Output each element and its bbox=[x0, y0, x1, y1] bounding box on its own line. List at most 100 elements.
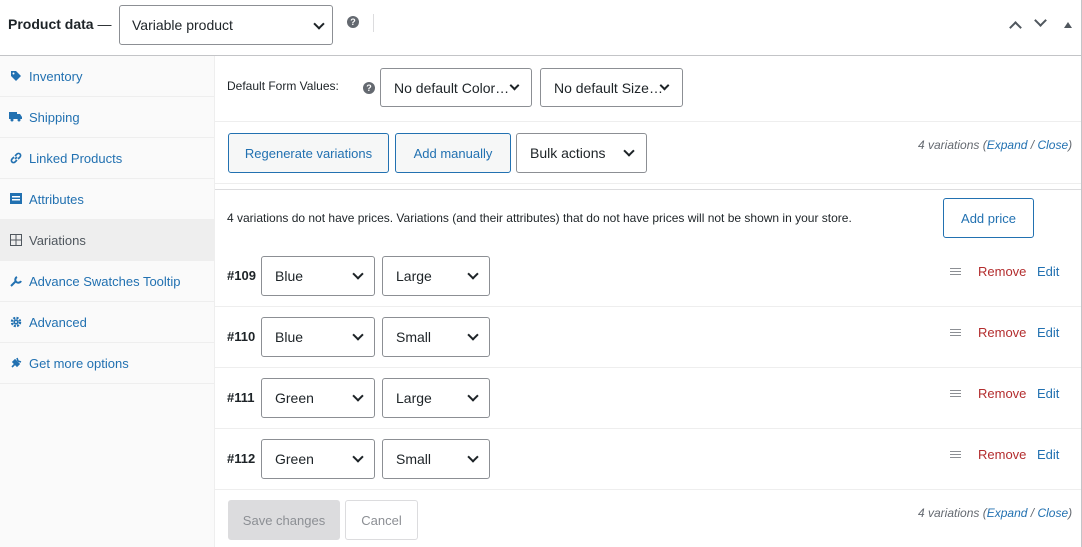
variation-color-select[interactable]: Green bbox=[261, 378, 375, 418]
remove-link[interactable]: Remove bbox=[978, 386, 1026, 401]
variation-color-value: Green bbox=[275, 451, 314, 467]
bulk-actions-value: Bulk actions bbox=[530, 145, 606, 161]
chevron-down-icon bbox=[352, 329, 364, 341]
default-color-select[interactable]: No default Color… bbox=[380, 68, 532, 107]
default-size-value: No default Size… bbox=[554, 79, 663, 96]
drag-handle-icon[interactable] bbox=[950, 268, 961, 275]
sidebar-item-variations[interactable]: Variations bbox=[0, 220, 214, 261]
product-data-header: Product data — Variable product ? bbox=[0, 0, 1081, 56]
variations-count-top: 4 variations (Expand / Close) bbox=[918, 138, 1073, 152]
variation-id: #112 bbox=[227, 451, 256, 466]
drag-handle-icon[interactable] bbox=[950, 329, 961, 336]
variation-size-value: Large bbox=[396, 268, 432, 284]
expand-link[interactable]: Expand bbox=[987, 138, 1028, 152]
add-price-button[interactable]: Add price bbox=[943, 198, 1034, 238]
sidebar-item-advance-swatches-tooltip[interactable]: Advance Swatches Tooltip bbox=[0, 261, 214, 302]
edit-link[interactable]: Edit bbox=[1037, 325, 1059, 340]
sidebar-item-get-more-options[interactable]: Get more options bbox=[0, 343, 214, 384]
bulk-actions-select[interactable]: Bulk actions bbox=[516, 133, 647, 173]
drag-handle-icon[interactable] bbox=[950, 451, 961, 458]
edit-link[interactable]: Edit bbox=[1037, 447, 1059, 462]
variation-color-select[interactable]: Green bbox=[261, 439, 375, 479]
variation-size-value: Small bbox=[396, 329, 432, 345]
variation-color-value: Blue bbox=[275, 329, 304, 345]
close-link[interactable]: Close bbox=[1037, 138, 1068, 152]
variations-count-text: 4 variations bbox=[918, 506, 980, 520]
chevron-down-icon bbox=[467, 268, 479, 280]
triangle-up-icon[interactable] bbox=[1064, 22, 1072, 28]
cancel-button[interactable]: Cancel bbox=[345, 500, 418, 540]
remove-link[interactable]: Remove bbox=[978, 325, 1026, 340]
wrench-icon bbox=[9, 274, 22, 287]
divider bbox=[215, 367, 1081, 368]
title-dash: — bbox=[97, 16, 112, 32]
divider bbox=[215, 489, 1081, 490]
list-icon bbox=[9, 192, 22, 205]
edit-link[interactable]: Edit bbox=[1037, 264, 1059, 279]
variation-color-value: Blue bbox=[275, 268, 304, 284]
chevron-down-icon bbox=[467, 451, 479, 463]
sidebar-item-shipping[interactable]: Shipping bbox=[0, 97, 214, 138]
variation-color-select[interactable]: Blue bbox=[261, 256, 375, 296]
grid-icon bbox=[9, 233, 22, 246]
default-color-value: No default Color… bbox=[394, 79, 510, 96]
variation-size-value: Small bbox=[396, 451, 432, 467]
drag-handle-icon[interactable] bbox=[950, 390, 961, 397]
help-icon[interactable]: ? bbox=[363, 82, 375, 94]
sidebar-item-attributes[interactable]: Attributes bbox=[0, 179, 214, 220]
variation-size-value: Large bbox=[396, 390, 432, 406]
variations-count-text: 4 variations bbox=[918, 138, 980, 152]
variations-count-bottom: 4 variations (Expand / Close) bbox=[918, 506, 1073, 520]
variation-color-value: Green bbox=[275, 390, 314, 406]
divider bbox=[215, 306, 1081, 307]
gear-icon bbox=[9, 315, 22, 328]
chevron-down-icon bbox=[352, 268, 364, 280]
save-changes-button[interactable]: Save changes bbox=[228, 500, 340, 540]
link-icon bbox=[9, 151, 22, 164]
sidebar-item-label: Advanced bbox=[29, 315, 87, 330]
product-data-panel: Product data — Variable product ? Invent… bbox=[0, 0, 1082, 547]
remove-link[interactable]: Remove bbox=[978, 447, 1026, 462]
divider bbox=[215, 183, 1081, 184]
chevron-down-icon bbox=[467, 390, 479, 402]
divider bbox=[373, 14, 374, 32]
variation-id: #110 bbox=[227, 329, 256, 344]
regenerate-variations-button[interactable]: Regenerate variations bbox=[228, 133, 389, 173]
divider bbox=[215, 428, 1081, 429]
sidebar-item-inventory[interactable]: Inventory bbox=[0, 56, 214, 97]
plugin-icon bbox=[9, 356, 22, 369]
variation-id: #109 bbox=[227, 268, 256, 283]
help-icon[interactable]: ? bbox=[347, 16, 359, 28]
sidebar-item-label: Inventory bbox=[29, 69, 83, 84]
product-data-title-text: Product data bbox=[8, 16, 94, 32]
truck-icon bbox=[9, 110, 22, 123]
chevron-down-icon bbox=[467, 329, 479, 341]
divider bbox=[215, 121, 1081, 122]
slash-separator: / bbox=[1030, 138, 1035, 152]
default-size-select[interactable]: No default Size… bbox=[540, 68, 683, 107]
slash-separator: / bbox=[1030, 506, 1035, 520]
chevron-up-icon[interactable] bbox=[1009, 21, 1022, 34]
variation-color-select[interactable]: Blue bbox=[261, 317, 375, 357]
sidebar-item-label: Get more options bbox=[29, 356, 129, 371]
product-type-value: Variable product bbox=[132, 17, 233, 33]
edit-link[interactable]: Edit bbox=[1037, 386, 1059, 401]
sidebar-item-label: Advance Swatches Tooltip bbox=[29, 274, 181, 289]
sidebar-item-advanced[interactable]: Advanced bbox=[0, 302, 214, 343]
sidebar: Inventory Shipping Linked Products Attri… bbox=[0, 56, 215, 547]
variation-size-select[interactable]: Large bbox=[382, 378, 490, 418]
variation-size-select[interactable]: Large bbox=[382, 256, 490, 296]
remove-link[interactable]: Remove bbox=[978, 264, 1026, 279]
variation-size-select[interactable]: Small bbox=[382, 439, 490, 479]
chevron-down-icon[interactable] bbox=[1034, 14, 1047, 27]
sidebar-item-linked-products[interactable]: Linked Products bbox=[0, 138, 214, 179]
product-data-title: Product data — bbox=[8, 16, 111, 32]
product-type-select[interactable]: Variable product bbox=[119, 5, 333, 45]
chevron-down-icon bbox=[352, 451, 364, 463]
expand-link[interactable]: Expand bbox=[987, 506, 1028, 520]
add-manually-button[interactable]: Add manually bbox=[395, 133, 511, 173]
chevron-down-icon bbox=[352, 390, 364, 402]
close-link[interactable]: Close bbox=[1037, 506, 1068, 520]
chevron-down-icon bbox=[313, 18, 325, 30]
variation-size-select[interactable]: Small bbox=[382, 317, 490, 357]
